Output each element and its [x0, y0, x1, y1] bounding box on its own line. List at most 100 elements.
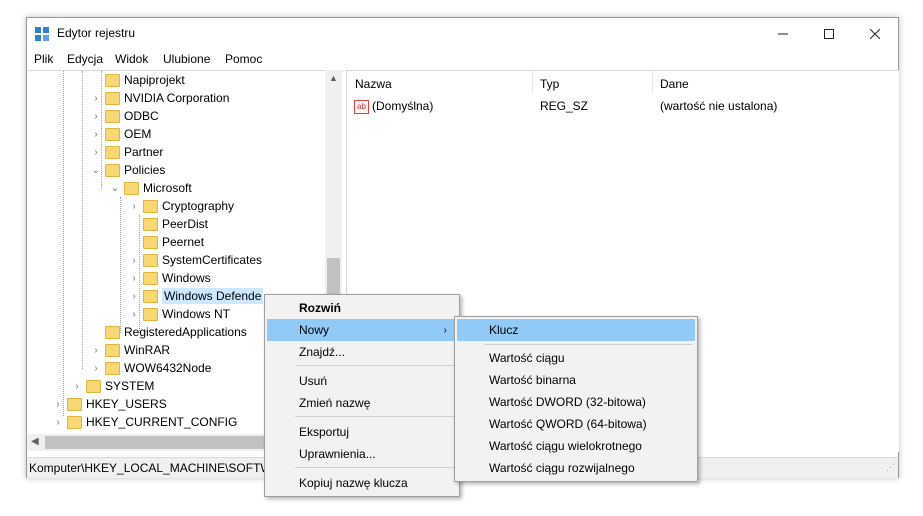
chevron-right-icon[interactable]: ›: [129, 197, 139, 215]
title-bar: Edytor rejestru: [27, 18, 898, 49]
tree-item[interactable]: ⌄ Policies: [91, 161, 166, 179]
menu-item-new[interactable]: Nowy ›: [267, 319, 457, 341]
tree-item[interactable]: PeerDist: [129, 215, 208, 233]
chevron-right-icon[interactable]: ›: [91, 341, 101, 359]
tree-item[interactable]: › HKEY_USERS: [53, 395, 166, 413]
tree-item[interactable]: RegisteredApplications: [91, 323, 247, 341]
folder-icon: [105, 91, 120, 105]
folder-icon: [67, 397, 82, 411]
folder-icon: [143, 199, 158, 213]
folder-icon: [143, 235, 158, 249]
tree-item[interactable]: › Partner: [91, 143, 163, 161]
folder-icon: [143, 289, 158, 303]
tree-item[interactable]: › OEM: [91, 125, 151, 143]
close-button[interactable]: [852, 18, 898, 49]
close-icon: [870, 28, 880, 39]
menu-bar: Plik Edycja Widok Ulubione Pomoc: [27, 49, 898, 69]
chevron-right-icon[interactable]: ›: [91, 89, 101, 107]
chevron-right-icon[interactable]: ›: [129, 287, 139, 305]
submenu-item-qword-value[interactable]: Wartość QWORD (64-bitowa): [457, 413, 695, 435]
value-type: REG_SZ: [540, 99, 589, 113]
chevron-right-icon[interactable]: ›: [91, 143, 101, 161]
folder-icon: [105, 127, 120, 141]
chevron-down-icon[interactable]: ⌄: [91, 161, 101, 179]
tree-item[interactable]: › NVIDIA Corporation: [91, 89, 229, 107]
folder-icon: [143, 217, 158, 231]
chevron-right-icon[interactable]: ›: [129, 305, 139, 323]
folder-icon: [105, 361, 120, 375]
resize-grip-icon[interactable]: ⋰: [886, 462, 895, 473]
value-data: (wartość nie ustalona): [660, 99, 778, 113]
value-row[interactable]: ab (Domyślna): [354, 99, 433, 114]
folder-icon: [105, 109, 120, 123]
submenu-item-binary-value[interactable]: Wartość binarna: [457, 369, 695, 391]
menu-item-find[interactable]: Znajdź...: [267, 341, 457, 363]
tree-item[interactable]: › ODBC: [91, 107, 158, 125]
folder-icon: [105, 325, 120, 339]
tree-item[interactable]: › Cryptography: [129, 197, 234, 215]
window-title: Edytor rejestru: [57, 26, 136, 40]
chevron-right-icon[interactable]: ›: [129, 251, 139, 269]
tree-item[interactable]: › WinRAR: [91, 341, 170, 359]
maximize-button[interactable]: [806, 18, 852, 49]
folder-icon: [143, 307, 158, 321]
tree-item[interactable]: › Windows NT: [129, 305, 230, 323]
context-menu: Rozwiń Nowy › Znajdź... Usuń Zmień nazwę …: [264, 294, 460, 497]
tree-item[interactable]: › WOW6432Node: [91, 359, 211, 377]
chevron-down-icon[interactable]: ⌄: [110, 179, 120, 197]
registry-editor-icon: [35, 27, 49, 41]
folder-icon: [124, 181, 139, 195]
submenu-item-multi-string-value[interactable]: Wartość ciągu wielokrotnego: [457, 435, 695, 457]
folder-icon: [105, 73, 120, 87]
folder-icon: [67, 415, 82, 429]
tree-item[interactable]: › Windows: [129, 269, 210, 287]
menu-edycja[interactable]: Edycja: [67, 52, 103, 66]
column-header-name[interactable]: Nazwa: [355, 77, 392, 91]
submenu-item-string-value[interactable]: Wartość ciągu: [457, 347, 695, 369]
submenu-item-key[interactable]: Klucz: [457, 319, 695, 341]
tree-item[interactable]: › HKEY_CURRENT_CONFIG: [53, 413, 237, 431]
new-submenu: Klucz Wartość ciągu Wartość binarna Wart…: [454, 316, 698, 482]
tree-item[interactable]: ⌄ Microsoft: [110, 179, 192, 197]
menu-item-expand[interactable]: Rozwiń: [267, 297, 457, 319]
tree-item[interactable]: › SYSTEM: [72, 377, 154, 395]
tree-item[interactable]: Peernet: [129, 233, 204, 251]
menu-item-copy-key-name[interactable]: Kopiuj nazwę klucza: [267, 472, 457, 494]
minimize-icon: [778, 33, 788, 34]
folder-icon: [105, 163, 120, 177]
menu-pomoc[interactable]: Pomoc: [225, 52, 262, 66]
minimize-button[interactable]: [760, 18, 806, 49]
submenu-item-dword-value[interactable]: Wartość DWORD (32-bitowa): [457, 391, 695, 413]
chevron-right-icon[interactable]: ›: [72, 377, 82, 395]
folder-icon: [143, 271, 158, 285]
menu-widok[interactable]: Widok: [115, 52, 148, 66]
chevron-right-icon[interactable]: ›: [53, 395, 63, 413]
chevron-right-icon[interactable]: ›: [129, 269, 139, 287]
tree-item[interactable]: Napiprojekt: [91, 71, 185, 89]
folder-icon: [105, 145, 120, 159]
menu-item-export[interactable]: Eksportuj: [267, 421, 457, 443]
scrollbar-thumb[interactable]: [45, 436, 280, 449]
maximize-icon: [824, 28, 834, 39]
folder-icon: [86, 379, 101, 393]
chevron-right-icon[interactable]: ›: [53, 413, 63, 431]
column-header-data[interactable]: Dane: [660, 77, 689, 91]
menu-ulubione[interactable]: Ulubione: [163, 52, 210, 66]
scroll-left-icon[interactable]: ◀: [31, 436, 39, 447]
chevron-right-icon[interactable]: ›: [91, 107, 101, 125]
string-value-icon: ab: [354, 99, 369, 114]
folder-icon: [105, 343, 120, 357]
tree-item[interactable]: › SystemCertificates: [129, 251, 262, 269]
column-header-type[interactable]: Typ: [540, 77, 559, 91]
menu-item-permissions[interactable]: Uprawnienia...: [267, 443, 457, 465]
tree-item-selected[interactable]: › Windows Defende: [129, 287, 264, 305]
menu-plik[interactable]: Plik: [34, 52, 53, 66]
status-path: Komputer\HKEY_LOCAL_MACHINE\SOFTWA: [29, 461, 280, 475]
chevron-right-icon: ›: [443, 324, 447, 336]
menu-item-rename[interactable]: Zmień nazwę: [267, 392, 457, 414]
menu-item-delete[interactable]: Usuń: [267, 370, 457, 392]
chevron-right-icon[interactable]: ›: [91, 125, 101, 143]
scroll-up-icon[interactable]: ▲: [329, 73, 338, 83]
chevron-right-icon[interactable]: ›: [91, 359, 101, 377]
submenu-item-expandable-string-value[interactable]: Wartość ciągu rozwijalnego: [457, 457, 695, 479]
